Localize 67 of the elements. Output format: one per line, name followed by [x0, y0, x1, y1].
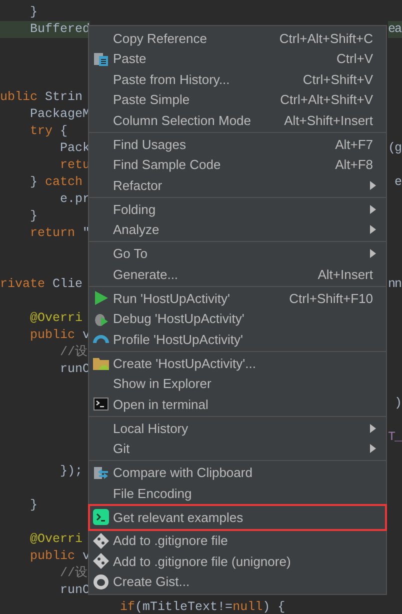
- code-text: catch: [45, 174, 83, 191]
- code-text: try: [29, 123, 53, 140]
- menu-item[interactable]: Copy Reference Ctrl+Alt+Shift+C: [89, 28, 386, 48]
- menu-item[interactable]: Paste Ctrl+V: [89, 48, 386, 69]
- menu-item[interactable]: Column Selection Mode Alt+Shift+Insert: [89, 110, 386, 130]
- code-text: public: [29, 327, 76, 344]
- code-text: //设: [59, 565, 88, 582]
- menu-item[interactable]: Analyze: [89, 220, 386, 240]
- menu-item[interactable]: Git: [89, 438, 386, 459]
- compare-icon: [93, 464, 109, 481]
- terminal-icon: [93, 509, 109, 525]
- code-text: Strin: [44, 89, 83, 106]
- menu-item[interactable]: Add to .gitignore file (unignore): [89, 551, 386, 572]
- code-text: return: [29, 225, 76, 242]
- code-text: if: [119, 599, 136, 614]
- code-text: }: [29, 174, 39, 191]
- code-text: rivate: [0, 276, 46, 293]
- menu-item[interactable]: Folding: [89, 199, 386, 220]
- menu-item[interactable]: Compare with Clipboard: [89, 462, 386, 483]
- menu-item[interactable]: Create Gist...: [89, 572, 386, 592]
- menu-item[interactable]: Show in Explorer: [89, 374, 386, 394]
- code-text: ): [394, 395, 402, 412]
- code-text: }: [29, 4, 38, 21]
- code-text: null: [232, 599, 263, 614]
- menu-item[interactable]: Run 'HostUpActivity' Ctrl+Shift+F10: [89, 288, 386, 308]
- git-icon: [93, 553, 109, 570]
- menu-item[interactable]: Generate... Alt+Insert: [89, 264, 386, 284]
- code-text: //设: [59, 344, 88, 361]
- code-text: ea: [388, 21, 402, 38]
- menu-item[interactable]: Go To: [89, 244, 386, 264]
- code-text: T_: [388, 429, 402, 446]
- code-text: e.pr: [59, 191, 90, 208]
- menu-item[interactable]: Profile 'HostUpActivity': [89, 329, 386, 350]
- code-text: @Overri: [29, 310, 83, 327]
- folder-icon: [93, 355, 109, 372]
- menu-item[interactable]: Add to .gitignore file: [89, 530, 386, 551]
- git-icon: [93, 532, 109, 549]
- menu-item[interactable]: Create 'HostUpActivity'...: [89, 353, 386, 374]
- code-text: @Overri: [29, 531, 83, 548]
- terminal-icon: [93, 396, 109, 412]
- menu-item[interactable]: Local History: [89, 418, 386, 438]
- clipboard-icon: [93, 50, 109, 67]
- menu-item[interactable]: Open in terminal: [89, 394, 386, 414]
- code-text: ublic: [0, 89, 38, 106]
- code-text: {: [59, 123, 68, 140]
- run-icon: [93, 290, 109, 306]
- code-text: }: [29, 497, 38, 514]
- gauge-icon: [93, 335, 109, 344]
- menu-item[interactable]: Refactor: [89, 175, 386, 196]
- code-text: });: [59, 463, 83, 480]
- code-text: nn: [388, 276, 402, 293]
- menu-item[interactable]: Get relevant examples: [89, 504, 386, 530]
- menu-item[interactable]: Debug 'HostUpActivity': [89, 308, 386, 329]
- code-text: (g: [388, 140, 402, 157]
- code-text: ": [82, 225, 90, 242]
- code-text: ) {: [262, 599, 286, 614]
- code-text: public: [29, 548, 76, 565]
- code-text: (mTitleText!=: [135, 599, 233, 614]
- code-text: Pack: [59, 140, 90, 157]
- menu-item[interactable]: Paste from History... Ctrl+Shift+V: [89, 69, 386, 90]
- code-text: }: [29, 208, 38, 225]
- code-text: e: [394, 174, 402, 191]
- menu-item[interactable]: Find Sample Code Alt+F8: [89, 154, 386, 175]
- menu-item[interactable]: Find Usages Alt+F7: [89, 134, 386, 154]
- menu-item[interactable]: Paste Simple Ctrl+Alt+Shift+V: [89, 90, 386, 110]
- code-text: Clie: [52, 276, 83, 293]
- menu-item[interactable]: File Encoding: [89, 483, 386, 504]
